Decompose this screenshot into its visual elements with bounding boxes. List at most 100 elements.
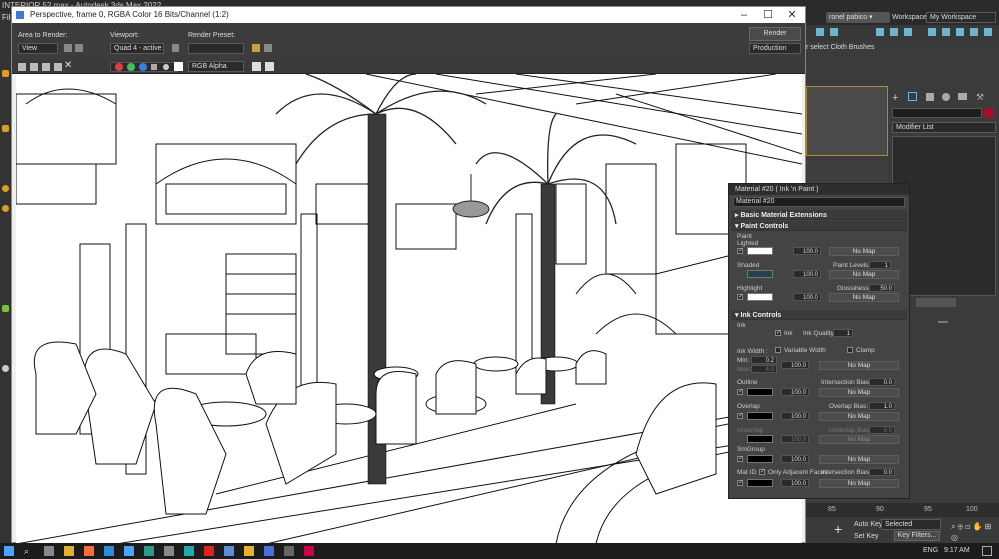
edit-region-icon[interactable] (64, 44, 72, 52)
basic-extensions-rollout[interactable]: ▸ Basic Material Extensions (731, 210, 907, 220)
object-name-field[interactable] (892, 108, 982, 118)
overlap-bias-field[interactable]: 1.0 (869, 402, 895, 410)
area-to-render-dropdown[interactable]: View (18, 43, 58, 54)
clamp-checkbox[interactable] (847, 347, 853, 353)
modifier-list-dropdown[interactable]: Modifier List (892, 122, 996, 133)
tool-icon[interactable] (2, 185, 9, 192)
toolbar-icon[interactable] (816, 28, 824, 36)
min-width-field[interactable]: 0.2 (751, 356, 777, 364)
start-icon[interactable] (4, 546, 14, 556)
selected-dropdown[interactable]: Selected (881, 519, 941, 530)
display-toggle-icon[interactable] (252, 62, 261, 71)
width-map-button[interactable]: No Map (819, 361, 899, 370)
display-tab-icon[interactable] (958, 93, 967, 100)
smgroup-amount-field[interactable]: 100.0 (781, 455, 809, 463)
outline-amount-field[interactable]: 100.0 (781, 388, 809, 396)
lighted-map-button[interactable]: No Map (829, 247, 899, 256)
underlap-map-button[interactable]: No Map (819, 435, 899, 444)
outline-map-button[interactable]: No Map (819, 388, 899, 397)
auto-region-icon[interactable] (75, 44, 83, 52)
file-explorer-icon[interactable] (64, 546, 74, 556)
toolbar-icon[interactable] (904, 28, 912, 36)
toolbar-icon[interactable] (830, 28, 838, 36)
matid-color-swatch[interactable] (747, 479, 773, 487)
viewport-nav-icons[interactable]: ⌕ ⊕ ⊡ ✋ ⊞ ◎ (951, 521, 995, 542)
shaded-map-button[interactable]: No Map (829, 270, 899, 279)
matid-map-button[interactable]: No Map (819, 479, 899, 488)
acrobat-icon[interactable] (204, 546, 214, 556)
shaded-amount-field[interactable]: 100.0 (793, 270, 821, 278)
tool-icon[interactable] (2, 125, 9, 132)
modify-tab-icon[interactable] (908, 92, 917, 101)
red-channel-icon[interactable] (115, 63, 123, 71)
render-preset-dropdown[interactable] (188, 43, 244, 54)
viewport-right[interactable] (806, 86, 888, 156)
render-button[interactable]: Render (749, 27, 801, 41)
render-setup-icon[interactable] (252, 44, 260, 52)
toolbar-icon[interactable] (970, 28, 978, 36)
toolbar-icon[interactable] (876, 28, 884, 36)
matid-bias-field[interactable]: 0.0 (869, 468, 895, 476)
matid-amount-field[interactable]: 100.0 (781, 479, 809, 487)
clone-window-icon[interactable] (42, 63, 50, 71)
toolbar-icon[interactable] (984, 28, 992, 36)
highlight-checkbox[interactable]: ✓ (737, 294, 743, 300)
color-swatch[interactable] (174, 62, 183, 71)
max-width-field[interactable]: 4.0 (751, 365, 777, 373)
save-image-icon[interactable] (18, 63, 26, 71)
toolbar-icon[interactable] (956, 28, 964, 36)
intersection-bias-field[interactable]: 0.0 (869, 378, 895, 386)
ink-quality-field[interactable]: 1 (833, 329, 853, 337)
notifications-icon[interactable] (982, 546, 992, 556)
stack-controls[interactable] (916, 298, 956, 307)
underlap-amount-field[interactable]: 100.0 (781, 435, 809, 443)
lighted-checkbox[interactable]: ✓ (737, 248, 743, 254)
time-ruler[interactable]: 85 90 95 100 (806, 503, 999, 517)
edge-icon[interactable] (104, 546, 114, 556)
app-icon[interactable] (124, 546, 134, 556)
material-name-field[interactable]: Material #20 (733, 197, 905, 207)
paint-levels-field[interactable]: 1 (869, 261, 891, 269)
blue-channel-icon[interactable] (139, 63, 147, 71)
smgroup-color-swatch[interactable] (747, 455, 773, 463)
outline-checkbox[interactable]: ✓ (737, 389, 743, 395)
lighted-amount-field[interactable]: 100.0 (793, 247, 821, 255)
overlap-map-button[interactable]: No Map (819, 412, 899, 421)
lock-icon[interactable] (172, 44, 179, 52)
highlight-map-button[interactable]: No Map (829, 293, 899, 302)
green-channel-icon[interactable] (127, 63, 135, 71)
object-color-swatch[interactable] (984, 108, 994, 118)
toolbar-icon[interactable] (942, 28, 950, 36)
lighted-color-swatch[interactable] (747, 247, 773, 255)
task-view-icon[interactable] (44, 546, 54, 556)
ink-checkbox[interactable]: ✓ (775, 330, 781, 336)
viewport-dropdown[interactable]: Quad 4 - active (110, 43, 164, 54)
overlap-checkbox[interactable]: ✓ (737, 413, 743, 419)
underlap-bias-field[interactable]: 0.0 (869, 426, 895, 434)
copy-image-icon[interactable] (30, 63, 38, 71)
language-indicator[interactable]: ENG (923, 547, 938, 554)
channel-dropdown[interactable]: RGB Alpha (188, 61, 244, 72)
app-icon[interactable] (144, 546, 154, 556)
app-icon[interactable] (304, 546, 314, 556)
close-button[interactable]: ✕ (780, 7, 804, 23)
minimize-button[interactable]: – (732, 7, 756, 23)
motion-tab-icon[interactable] (942, 93, 950, 101)
tool-icon[interactable] (2, 70, 9, 77)
overlap-amount-field[interactable]: 100.0 (781, 412, 809, 420)
hierarchy-tab-icon[interactable] (926, 93, 934, 101)
workspace-dropdown[interactable]: My Workspace (926, 12, 996, 23)
print-image-icon[interactable] (54, 63, 62, 71)
smgroup-checkbox[interactable]: ✓ (737, 456, 743, 462)
auto-key-button[interactable]: Auto Key (854, 521, 882, 528)
smgroup-map-button[interactable]: No Map (819, 455, 899, 464)
environment-icon[interactable] (264, 44, 272, 52)
overlap-color-swatch[interactable] (747, 412, 773, 420)
mono-icon[interactable] (163, 64, 169, 70)
maximize-button[interactable]: ☐ (756, 7, 780, 23)
search-icon[interactable]: ⌕ (24, 546, 29, 557)
toolbar-icon[interactable] (928, 28, 936, 36)
chrome-icon[interactable] (244, 546, 254, 556)
underlap-color-swatch[interactable] (747, 435, 773, 443)
glossiness-field[interactable]: 50.0 (869, 284, 895, 292)
